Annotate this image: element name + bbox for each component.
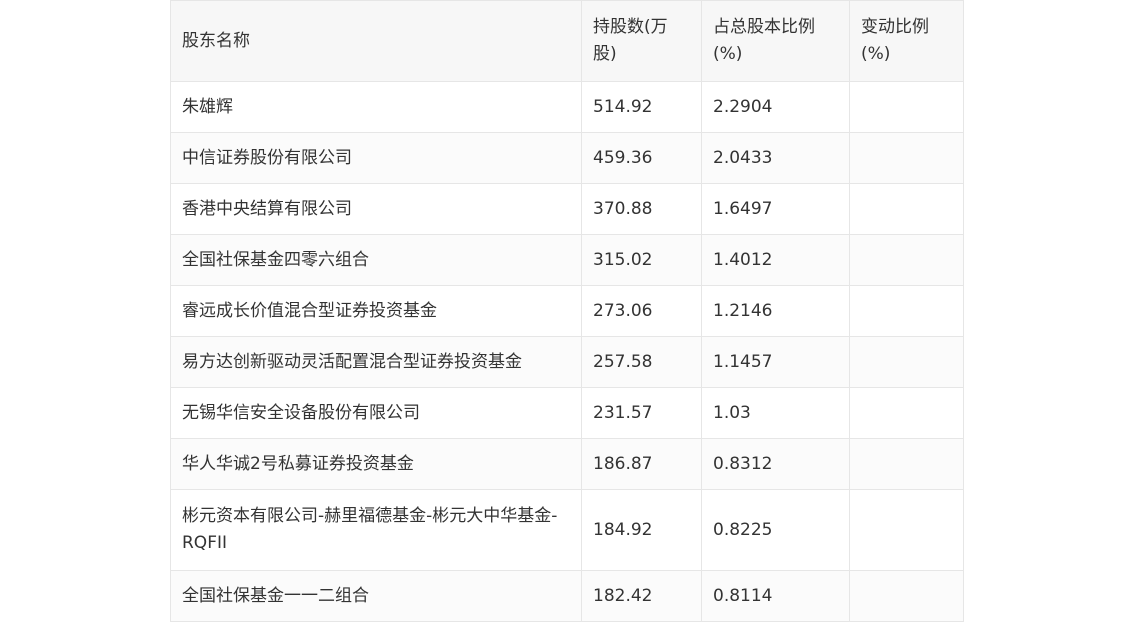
cell-shares: 257.58 — [581, 336, 702, 388]
header-change: 变动比例(%) — [849, 0, 964, 82]
cell-name: 睿远成长价值混合型证券投资基金 — [170, 285, 582, 337]
cell-ratio: 1.2146 — [701, 285, 850, 337]
cell-name: 中信证券股份有限公司 — [170, 132, 582, 184]
shareholder-table: 股东名称 持股数(万股) 占总股本比例(%) 变动比例(%) 朱雄辉 514.9… — [170, 0, 964, 622]
table-row: 华人华诚2号私募证券投资基金 186.87 0.8312 — [170, 438, 964, 490]
shareholder-table-container: 股东名称 持股数(万股) 占总股本比例(%) 变动比例(%) 朱雄辉 514.9… — [170, 0, 964, 622]
table-body: 朱雄辉 514.92 2.2904 中信证券股份有限公司 459.36 2.04… — [170, 81, 964, 622]
cell-change — [849, 183, 964, 235]
header-shareholder-name: 股东名称 — [170, 0, 582, 82]
cell-name: 全国社保基金四零六组合 — [170, 234, 582, 286]
cell-change — [849, 438, 964, 490]
cell-change — [849, 285, 964, 337]
cell-name: 易方达创新驱动灵活配置混合型证券投资基金 — [170, 336, 582, 388]
table-row: 彬元资本有限公司-赫里福德基金-彬元大中华基金-RQFII 184.92 0.8… — [170, 489, 964, 571]
cell-shares: 459.36 — [581, 132, 702, 184]
cell-ratio: 1.1457 — [701, 336, 850, 388]
cell-name: 朱雄辉 — [170, 81, 582, 133]
cell-change — [849, 570, 964, 622]
cell-ratio: 1.6497 — [701, 183, 850, 235]
cell-change — [849, 489, 964, 571]
cell-shares: 182.42 — [581, 570, 702, 622]
table-row: 中信证券股份有限公司 459.36 2.0433 — [170, 132, 964, 184]
cell-shares: 186.87 — [581, 438, 702, 490]
cell-change — [849, 336, 964, 388]
table-row: 全国社保基金四零六组合 315.02 1.4012 — [170, 234, 964, 286]
table-row: 无锡华信安全设备股份有限公司 231.57 1.03 — [170, 387, 964, 439]
cell-name: 无锡华信安全设备股份有限公司 — [170, 387, 582, 439]
table-row: 易方达创新驱动灵活配置混合型证券投资基金 257.58 1.1457 — [170, 336, 964, 388]
table-row: 香港中央结算有限公司 370.88 1.6497 — [170, 183, 964, 235]
header-row: 股东名称 持股数(万股) 占总股本比例(%) 变动比例(%) — [170, 0, 964, 82]
cell-ratio: 2.0433 — [701, 132, 850, 184]
cell-change — [849, 81, 964, 133]
cell-ratio: 0.8312 — [701, 438, 850, 490]
cell-name: 华人华诚2号私募证券投资基金 — [170, 438, 582, 490]
cell-shares: 184.92 — [581, 489, 702, 571]
table-row: 朱雄辉 514.92 2.2904 — [170, 81, 964, 133]
cell-shares: 315.02 — [581, 234, 702, 286]
cell-change — [849, 234, 964, 286]
cell-shares: 231.57 — [581, 387, 702, 439]
cell-ratio: 0.8114 — [701, 570, 850, 622]
cell-shares: 370.88 — [581, 183, 702, 235]
cell-name: 全国社保基金一一二组合 — [170, 570, 582, 622]
cell-shares: 273.06 — [581, 285, 702, 337]
header-ratio: 占总股本比例(%) — [701, 0, 850, 82]
cell-shares: 514.92 — [581, 81, 702, 133]
cell-ratio: 1.4012 — [701, 234, 850, 286]
table-row: 睿远成长价值混合型证券投资基金 273.06 1.2146 — [170, 285, 964, 337]
table-header: 股东名称 持股数(万股) 占总股本比例(%) 变动比例(%) — [170, 0, 964, 82]
header-shares: 持股数(万股) — [581, 0, 702, 82]
cell-ratio: 0.8225 — [701, 489, 850, 571]
cell-ratio: 2.2904 — [701, 81, 850, 133]
cell-name: 香港中央结算有限公司 — [170, 183, 582, 235]
cell-ratio: 1.03 — [701, 387, 850, 439]
table-row: 全国社保基金一一二组合 182.42 0.8114 — [170, 570, 964, 622]
cell-change — [849, 387, 964, 439]
cell-change — [849, 132, 964, 184]
cell-name: 彬元资本有限公司-赫里福德基金-彬元大中华基金-RQFII — [170, 489, 582, 571]
